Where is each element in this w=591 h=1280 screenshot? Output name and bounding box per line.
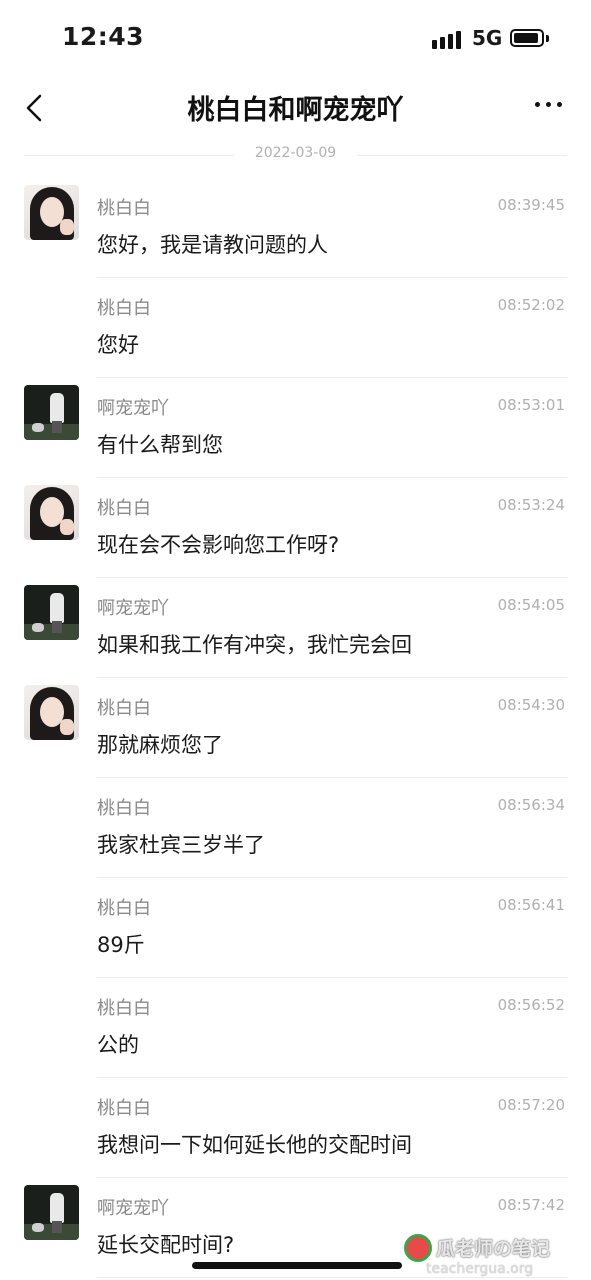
message-row[interactable]: 桃白白 08:39:45 您好，我是请教问题的人 — [0, 178, 591, 278]
avatar[interactable] — [24, 685, 79, 740]
message-text: 您好 — [97, 333, 139, 357]
date-divider: 2022-03-09 — [24, 140, 567, 170]
home-indicator[interactable] — [192, 1262, 402, 1269]
avatar[interactable] — [24, 385, 79, 440]
message-time: 08:53:24 — [497, 496, 565, 514]
status-time: 12:43 — [62, 22, 145, 51]
watermark-url: teachergua.org — [426, 1261, 534, 1277]
sender-name: 桃白白 — [97, 298, 151, 319]
back-button[interactable] — [22, 88, 58, 128]
message-time: 08:56:52 — [497, 996, 565, 1014]
more-dots-icon — [535, 102, 540, 107]
avatar[interactable] — [24, 185, 79, 240]
message-row[interactable]: 桃白白 08:52:02 您好 — [0, 278, 591, 378]
message-time: 08:54:30 — [497, 696, 565, 714]
message-text: 我想问一下如何延长他的交配时间 — [97, 1133, 412, 1157]
navigation-bar: 桃白白和啊宠宠吖 — [0, 80, 591, 140]
chevron-left-icon — [26, 94, 42, 122]
sender-name: 桃白白 — [97, 898, 151, 919]
message-time: 08:54:05 — [497, 596, 565, 614]
status-bar: 12:43 5G — [0, 0, 591, 80]
message-row[interactable]: 桃白白 08:56:34 我家杜宾三岁半了 — [0, 778, 591, 878]
message-time: 08:52:02 — [497, 296, 565, 314]
message-time: 08:56:34 — [497, 796, 565, 814]
cellular-signal-icon — [432, 31, 462, 49]
network-type: 5G — [472, 26, 503, 50]
battery-cap — [546, 35, 549, 42]
message-row[interactable]: 桃白白 08:56:41 89斤 — [0, 878, 591, 978]
message-text: 89斤 — [97, 933, 145, 957]
message-text: 有什么帮到您 — [97, 433, 223, 457]
sender-name: 啊宠宠吖 — [97, 398, 169, 419]
watermelon-icon — [404, 1234, 432, 1262]
message-time: 08:39:45 — [497, 196, 565, 214]
message-time: 08:53:01 — [497, 396, 565, 414]
sender-name: 桃白白 — [97, 1098, 151, 1119]
sender-name: 桃白白 — [97, 698, 151, 719]
sender-name: 啊宠宠吖 — [97, 1198, 169, 1219]
sender-name: 桃白白 — [97, 998, 151, 1019]
message-text: 您好，我是请教问题的人 — [97, 233, 328, 257]
sender-name: 啊宠宠吖 — [97, 598, 169, 619]
sender-name: 桃白白 — [97, 498, 151, 519]
message-text: 如果和我工作有冲突，我忙完会回 — [97, 633, 412, 657]
message-time: 08:57:42 — [497, 1196, 565, 1214]
date-divider-text: 2022-03-09 — [254, 145, 337, 161]
sender-name: 桃白白 — [97, 798, 151, 819]
message-text: 现在会不会影响您工作呀? — [97, 533, 340, 557]
sender-name: 桃白白 — [97, 198, 151, 219]
avatar[interactable] — [24, 585, 79, 640]
avatar[interactable] — [24, 1185, 79, 1240]
message-time: 08:57:20 — [497, 1096, 565, 1114]
watermark: 瓜老师の笔记 teachergua.org — [404, 1234, 574, 1280]
message-text: 那就麻烦您了 — [97, 733, 223, 757]
more-options-button[interactable] — [532, 92, 568, 116]
message-row[interactable]: 啊宠宠吖 08:54:05 如果和我工作有冲突，我忙完会回 — [0, 578, 591, 678]
message-row[interactable]: 桃白白 08:53:24 现在会不会影响您工作呀? — [0, 478, 591, 578]
message-text: 公的 — [97, 1033, 139, 1057]
message-row[interactable]: 桃白白 08:56:52 公的 — [0, 978, 591, 1078]
avatar[interactable] — [24, 485, 79, 540]
battery-icon — [510, 29, 544, 47]
message-time: 08:56:41 — [497, 896, 565, 914]
message-text: 延长交配时间? — [97, 1233, 235, 1257]
message-row[interactable]: 啊宠宠吖 08:53:01 有什么帮到您 — [0, 378, 591, 478]
message-row[interactable]: 桃白白 08:54:30 那就麻烦您了 — [0, 678, 591, 778]
message-row[interactable]: 桃白白 08:57:20 我想问一下如何延长他的交配时间 — [0, 1078, 591, 1178]
watermark-title: 瓜老师の笔记 — [436, 1238, 551, 1260]
message-text: 我家杜宾三岁半了 — [97, 833, 265, 857]
chat-title: 桃白白和啊宠宠吖 — [187, 95, 404, 126]
